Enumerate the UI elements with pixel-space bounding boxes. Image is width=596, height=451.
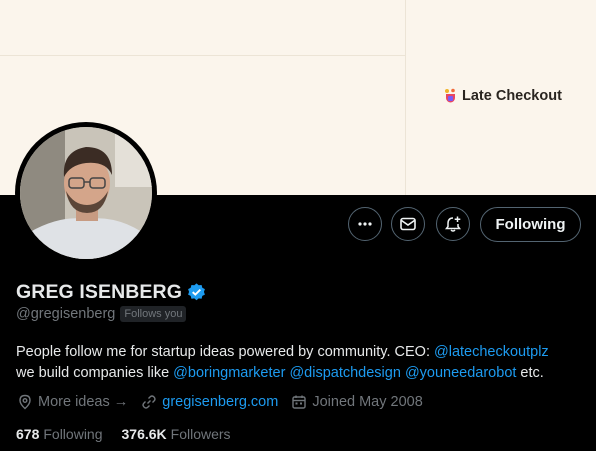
envelope-icon <box>400 217 416 231</box>
verified-badge-icon[interactable] <box>186 282 207 303</box>
banner-divider <box>405 0 406 195</box>
bio-mention-youneedarobot[interactable]: @youneedarobot <box>405 365 516 381</box>
handle-row: @gregisenberg Follows you <box>16 306 187 322</box>
bio-text: etc. <box>516 365 544 381</box>
bio-mention-boringmarketer[interactable]: @boringmarketer <box>173 365 285 381</box>
followers-label: Followers <box>170 426 231 442</box>
bio-mention-dispatchdesign[interactable]: @dispatchdesign <box>289 365 400 381</box>
display-name: GREG ISENBERG <box>16 281 182 303</box>
message-button[interactable] <box>391 207 425 241</box>
following-label: Following <box>43 426 103 442</box>
following-stat[interactable]: 678 Following <box>16 426 103 442</box>
profile-bio: People follow me for startup ideas power… <box>16 342 591 384</box>
more-button[interactable] <box>348 207 382 241</box>
follows-you-badge: Follows you <box>120 306 187 322</box>
display-name-row: GREG ISENBERG <box>16 281 207 304</box>
location-pin-icon <box>19 394 31 410</box>
link-icon <box>142 395 156 409</box>
bio-mention-latecheckoutplz[interactable]: @latecheckoutplz <box>434 344 549 360</box>
user-handle: @gregisenberg <box>16 306 116 322</box>
joined-text: Joined May 2008 <box>312 394 423 410</box>
joined-item: Joined May 2008 <box>291 394 423 410</box>
followers-stat[interactable]: 376.6K Followers <box>122 426 231 442</box>
bio-text: we build companies like <box>16 365 174 381</box>
notifications-button[interactable] <box>436 207 470 241</box>
profile-meta: More ideas → gregisenberg.com Joined May… <box>17 394 436 410</box>
banner-divider <box>0 55 405 56</box>
bell-plus-icon <box>445 216 461 232</box>
late-checkout-logo-icon <box>445 88 455 103</box>
avatar[interactable] <box>20 127 152 259</box>
bio-text: People follow me for startup ideas power… <box>16 344 435 360</box>
profile-stats: 678 Following 376.6K Followers <box>16 426 250 442</box>
location-text: More ideas → <box>38 394 129 410</box>
following-button[interactable]: Following <box>480 207 581 242</box>
banner-brand-logo: Late Checkout <box>444 86 562 106</box>
more-horizontal-icon <box>358 222 372 226</box>
website-link[interactable]: gregisenberg.com <box>162 394 278 410</box>
avatar-photo <box>20 127 152 259</box>
website-item[interactable]: gregisenberg.com <box>141 394 278 410</box>
calendar-icon <box>292 395 307 409</box>
location-item: More ideas → <box>17 394 128 410</box>
banner-brand-name: Late Checkout <box>462 88 562 104</box>
following-count: 678 <box>16 426 40 442</box>
followers-count: 376.6K <box>121 426 167 442</box>
